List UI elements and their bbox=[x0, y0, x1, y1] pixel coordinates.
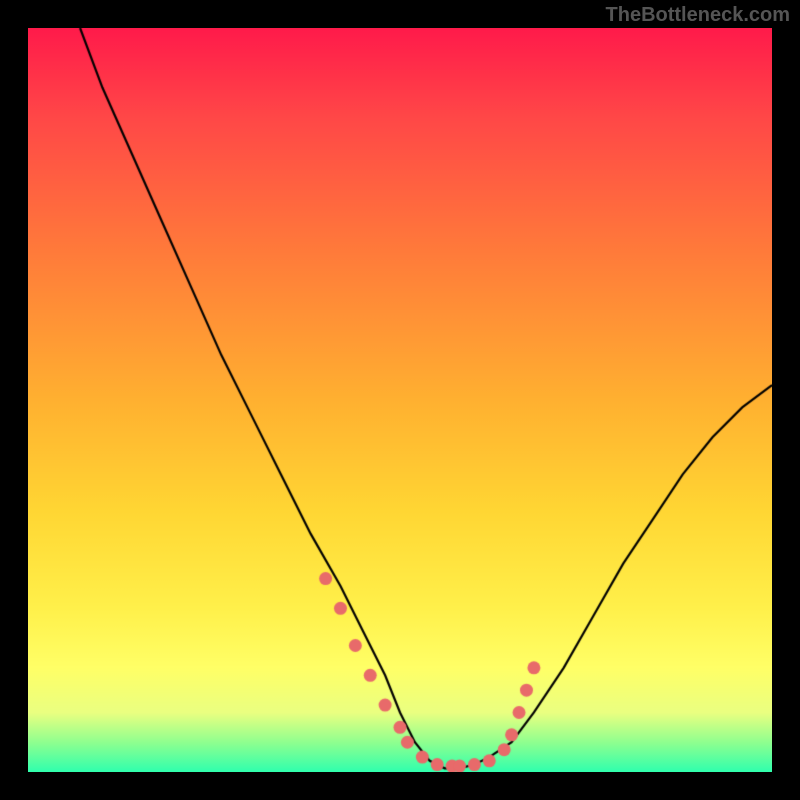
chart-plot-area bbox=[28, 28, 772, 772]
watermark-text: TheBottleneck.com bbox=[606, 4, 790, 27]
bottleneck-chart-canvas bbox=[28, 28, 772, 772]
